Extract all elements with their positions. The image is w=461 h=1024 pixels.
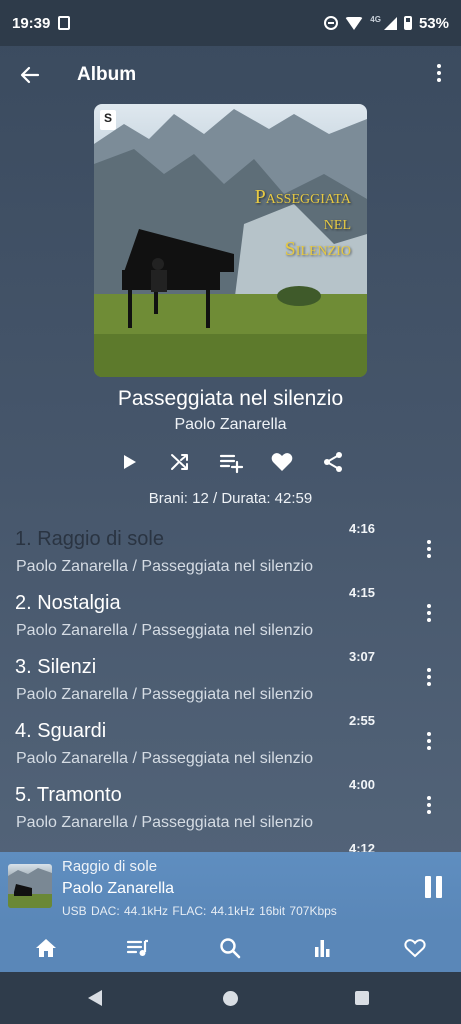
track-subtitle: Paolo Zanarella / Passeggiata nel silenz…: [16, 814, 314, 831]
more-vert-icon[interactable]: [431, 64, 447, 86]
track-more-icon[interactable]: [425, 668, 433, 690]
album-art-title: Passeggiata nel Silenzio: [254, 186, 351, 260]
player-thumb-scene: [8, 868, 52, 908]
track-row[interactable]: 2. Nostalgia Paolo Zanarella / Passeggia…: [0, 580, 461, 644]
track-duration: 4:12: [348, 841, 375, 852]
player-audio-info: USB DAC: 44.1kHz FLAC: 44.1kHz 16bit 707…: [62, 904, 337, 918]
track-row[interactable]: 3. Silenzi Paolo Zanarella / Passeggiata…: [0, 644, 461, 708]
track-more-icon[interactable]: [425, 540, 433, 562]
track-row[interactable]: 4:12: [0, 836, 461, 852]
label-logo: S: [100, 110, 116, 130]
play-icon[interactable]: [117, 450, 141, 474]
signal-icon: [383, 16, 397, 30]
album-stats: Brani: 12 / Durata: 42:59: [148, 490, 313, 507]
track-subtitle: Paolo Zanarella / Passeggiata nel silenz…: [16, 622, 314, 639]
app-bar: Album: [0, 46, 461, 104]
home-icon[interactable]: [34, 936, 58, 960]
queue-music-icon[interactable]: [126, 936, 150, 960]
album-art[interactable]: S Passeggiata nel Silenzio: [94, 104, 367, 377]
track-duration: 2:55: [348, 713, 375, 728]
track-row[interactable]: 4. Sguardi Paolo Zanarella / Passeggiata…: [0, 708, 461, 772]
status-bar: 19:39 4G 53%: [0, 0, 461, 46]
player-artist: Paolo Zanarella: [62, 880, 175, 897]
track-subtitle: Paolo Zanarella / Passeggiata nel silenz…: [16, 750, 314, 767]
system-recents-icon[interactable]: [355, 991, 369, 1005]
track-subtitle: Paolo Zanarella / Passeggiata nel silenz…: [16, 558, 314, 575]
track-subtitle: Paolo Zanarella / Passeggiata nel silenz…: [16, 686, 314, 703]
track-title: 5. Tramonto: [15, 784, 122, 806]
bottom-nav: [0, 924, 461, 972]
album-actions: [0, 450, 461, 474]
equalizer-icon[interactable]: [310, 936, 334, 960]
track-duration: 4:00: [348, 777, 375, 792]
system-home-icon[interactable]: [223, 991, 238, 1006]
system-back-icon[interactable]: [88, 990, 102, 1006]
shuffle-icon[interactable]: [168, 450, 192, 474]
favorite-icon[interactable]: [270, 450, 294, 474]
track-more-icon[interactable]: [425, 796, 433, 818]
track-title: 1. Raggio di sole: [15, 528, 164, 550]
track-more-icon[interactable]: [425, 604, 433, 626]
track-duration: 4:16: [348, 521, 375, 536]
status-right: 4G 53%: [324, 15, 449, 32]
track-row[interactable]: 1. Raggio di sole Paolo Zanarella / Pass…: [0, 516, 461, 580]
share-icon[interactable]: [321, 450, 345, 474]
dnd-icon: [324, 16, 339, 30]
album-artist[interactable]: Paolo Zanarella: [0, 416, 461, 434]
player-track-title: Raggio di sole: [62, 858, 158, 875]
page-title: Album: [77, 64, 137, 85]
track-duration: 3:07: [348, 649, 375, 664]
track-title: 3. Silenzi: [15, 656, 97, 678]
track-row[interactable]: 5. Tramonto Paolo Zanarella / Passeggiat…: [0, 772, 461, 836]
back-arrow-icon[interactable]: [20, 65, 40, 85]
track-list[interactable]: 1. Raggio di sole Paolo Zanarella / Pass…: [0, 516, 461, 852]
screenshot-notification-icon: [58, 16, 71, 30]
player-album-thumb[interactable]: [8, 864, 52, 908]
network-type: 4G: [370, 14, 381, 24]
add-to-playlist-icon[interactable]: [219, 450, 243, 474]
favorite-outline-icon[interactable]: [403, 936, 427, 960]
pause-icon[interactable]: [423, 876, 443, 898]
mini-player[interactable]: Raggio di sole Paolo Zanarella USB DAC: …: [0, 852, 461, 924]
track-duration: 4:15: [348, 585, 375, 600]
battery-percent: 53%: [418, 14, 449, 32]
system-nav-bar: [0, 972, 461, 1024]
track-more-icon[interactable]: [425, 732, 433, 754]
wifi-icon: [345, 16, 364, 30]
battery-icon: [403, 16, 412, 30]
track-title: 4. Sguardi: [15, 720, 107, 742]
search-icon[interactable]: [218, 936, 242, 960]
track-title: 2. Nostalgia: [15, 592, 121, 614]
album-name: Passeggiata nel silenzio: [117, 387, 344, 410]
status-time: 19:39: [12, 14, 51, 32]
